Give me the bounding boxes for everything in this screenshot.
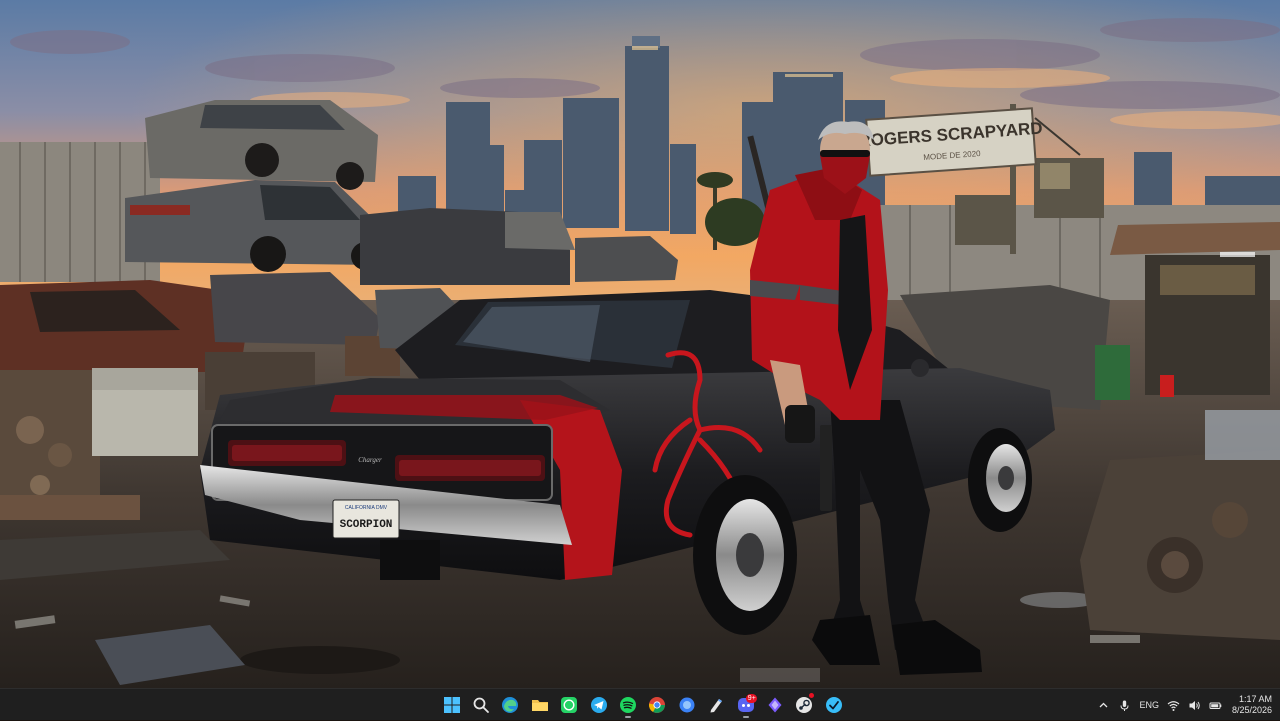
- check-circle-icon: [825, 697, 842, 713]
- edge-icon: [502, 697, 519, 713]
- system-tray: ENG 1:17 AM 8/25/2026: [1093, 689, 1280, 721]
- notification-badge: 9+: [746, 694, 758, 703]
- taskbar: 9+ ENG 1:17 AM 8/25/2026: [0, 688, 1280, 720]
- steam-icon: [796, 697, 813, 713]
- running-indicator: [742, 716, 749, 718]
- plate-state: CALIFORNIA DMV: [345, 505, 388, 511]
- battery-button[interactable]: [1205, 689, 1226, 721]
- folder-icon: [531, 700, 548, 711]
- pen-icon: [710, 699, 723, 713]
- microphone-icon: [1120, 700, 1129, 711]
- desktop-wallpaper: ROGERS SCRAPYARD MODE DE 2020 Charger CA…: [0, 0, 1280, 688]
- taskbar-app-steam[interactable]: [790, 691, 819, 719]
- license-plate: CALIFORNIA DMV SCORPION: [332, 499, 400, 539]
- clock[interactable]: 1:17 AM 8/25/2026: [1226, 694, 1280, 716]
- whatsapp-icon: [561, 697, 578, 713]
- spotify-icon: [620, 697, 637, 713]
- start-button[interactable]: [437, 691, 466, 719]
- chrome-icon: [649, 697, 666, 713]
- search-icon: [473, 697, 489, 713]
- network-button[interactable]: [1163, 689, 1184, 721]
- taskbar-app-check[interactable]: [819, 691, 848, 719]
- diamond-icon: [768, 697, 782, 713]
- windows-logo-icon: [443, 697, 460, 713]
- telegram-icon: [590, 697, 607, 713]
- show-hidden-icons-button[interactable]: [1093, 689, 1114, 721]
- taskbar-app-edge[interactable]: [496, 691, 525, 719]
- taskbar-app-pen[interactable]: [702, 691, 731, 719]
- scrapyard-sign: ROGERS SCRAPYARD MODE DE 2020: [858, 107, 1043, 177]
- taskbar-app-blue-circle[interactable]: [672, 691, 701, 719]
- taskbar-app-file-explorer[interactable]: [525, 691, 554, 719]
- taskbar-app-diamond[interactable]: [760, 691, 789, 719]
- battery-icon: [1209, 702, 1222, 709]
- taskbar-app-spotify[interactable]: [613, 691, 642, 719]
- taskbar-app-discord[interactable]: 9+: [731, 691, 760, 719]
- plate-text: SCORPION: [340, 519, 393, 531]
- taskbar-app-whatsapp[interactable]: [555, 691, 584, 719]
- clock-date: 8/25/2026: [1231, 705, 1272, 715]
- blue-circle-icon: [679, 697, 695, 713]
- car-badge: Charger: [358, 456, 382, 464]
- speaker-icon: [1189, 700, 1200, 710]
- clock-time: 1:17 AM: [1238, 694, 1272, 704]
- chevron-up-icon: [1099, 702, 1108, 707]
- wifi-icon: [1167, 700, 1180, 711]
- taskbar-apps: 9+: [437, 689, 848, 721]
- taskbar-app-telegram[interactable]: [584, 691, 613, 719]
- running-indicator: [625, 716, 632, 718]
- search-button[interactable]: [466, 691, 495, 719]
- microphone-button[interactable]: [1114, 689, 1135, 721]
- language-indicator[interactable]: ENG: [1135, 689, 1163, 721]
- taskbar-app-chrome[interactable]: [643, 691, 672, 719]
- volume-button[interactable]: [1184, 689, 1205, 721]
